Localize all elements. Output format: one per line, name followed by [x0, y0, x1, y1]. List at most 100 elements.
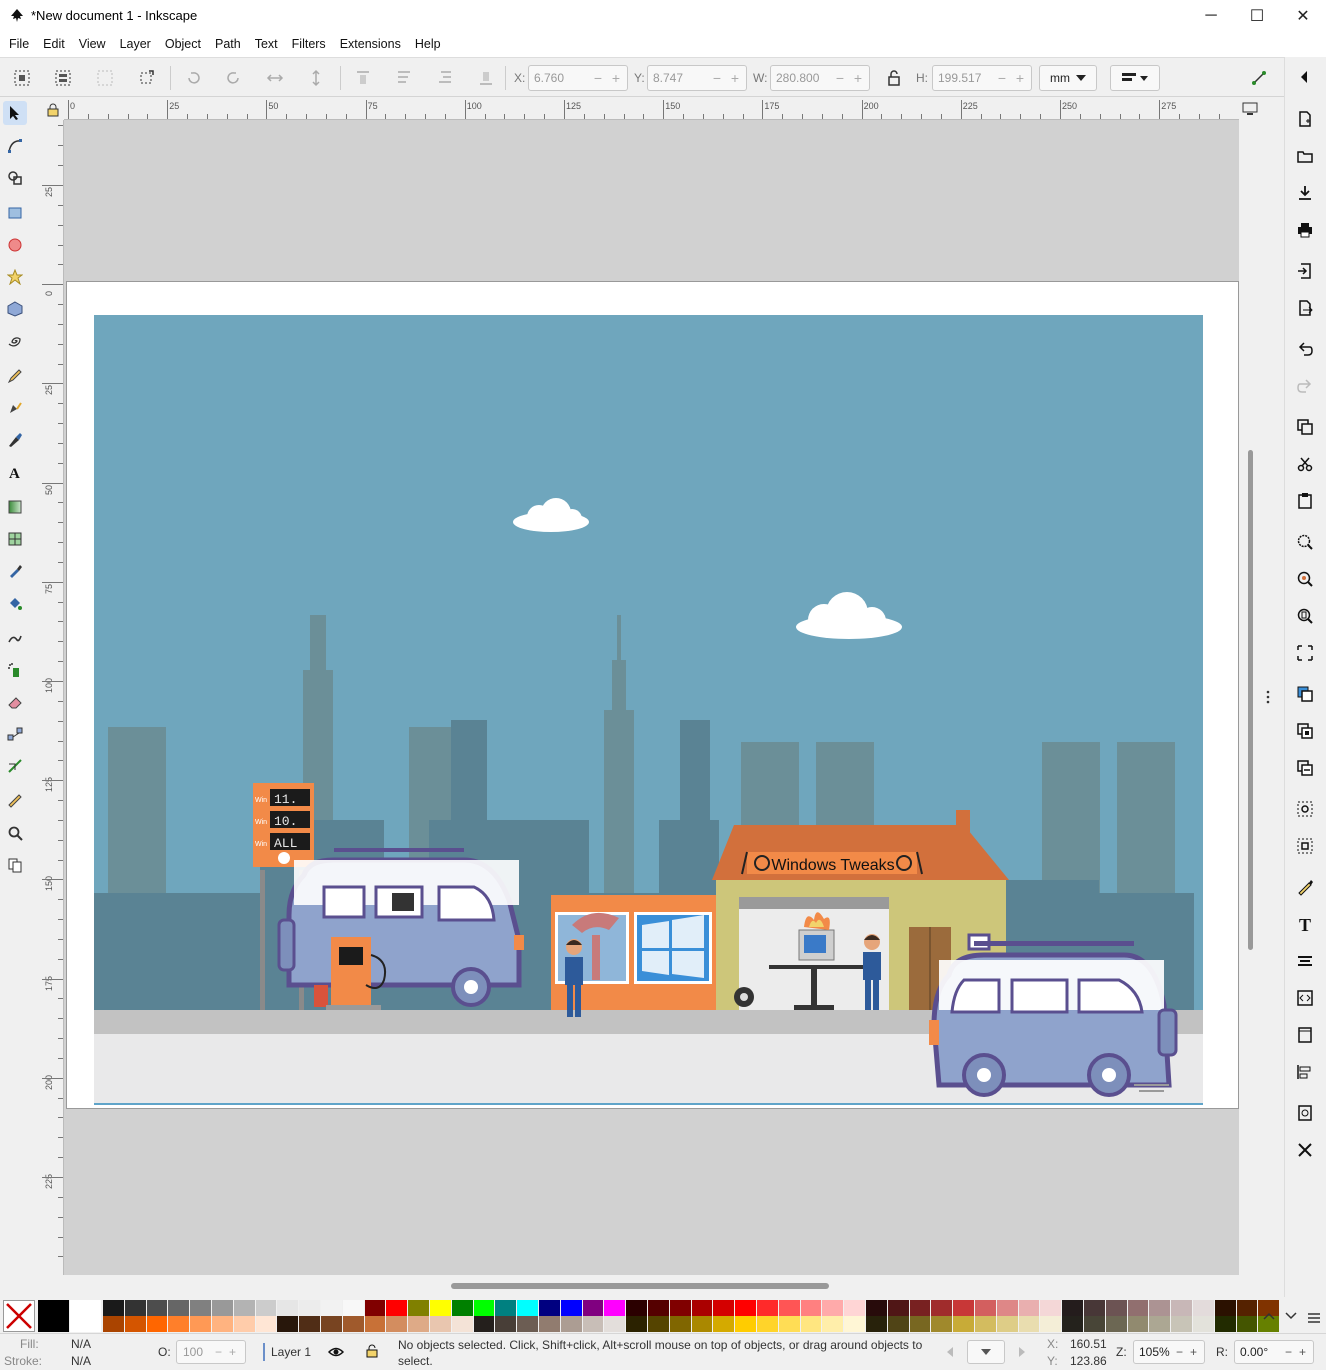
color-swatch[interactable] [386, 1316, 408, 1332]
3d-box-tool-icon[interactable] [3, 297, 27, 321]
color-swatch[interactable] [800, 1316, 822, 1332]
display-mode-icon[interactable] [1242, 102, 1258, 116]
menu-filters[interactable]: Filters [285, 37, 333, 51]
new-document-icon[interactable] [1293, 107, 1317, 131]
color-swatch[interactable] [212, 1300, 233, 1316]
color-swatch[interactable] [321, 1316, 342, 1332]
lock-proportions-icon[interactable] [882, 66, 906, 90]
color-swatch[interactable] [1149, 1316, 1171, 1332]
color-swatch[interactable] [626, 1316, 647, 1332]
transform-handles-icon[interactable] [134, 66, 158, 90]
paste-icon[interactable] [1293, 489, 1317, 513]
vertical-scrollbar[interactable] [1239, 100, 1270, 1275]
menu-help[interactable]: Help [408, 37, 448, 51]
color-swatch[interactable] [408, 1300, 429, 1316]
color-swatch[interactable] [124, 1300, 146, 1316]
artwork[interactable]: Win Win Win 11. 10. ALL Windows Tweaks [94, 315, 1203, 1105]
color-swatch[interactable] [822, 1300, 844, 1316]
h-increment[interactable]: + [1011, 70, 1029, 86]
color-swatch[interactable] [103, 1300, 124, 1316]
color-swatch[interactable] [212, 1316, 233, 1332]
color-swatch[interactable] [648, 1300, 669, 1316]
color-swatch[interactable] [887, 1316, 909, 1332]
deselect-icon[interactable] [93, 66, 117, 90]
h-value[interactable]: 199.517 [933, 71, 993, 85]
color-swatch[interactable] [1149, 1300, 1171, 1316]
color-swatch[interactable] [560, 1300, 582, 1316]
menu-object[interactable]: Object [158, 37, 208, 51]
import-icon[interactable] [1293, 259, 1317, 283]
measure-tool-icon[interactable] [3, 789, 27, 813]
menu-file[interactable]: File [2, 37, 36, 51]
group-icon[interactable] [1293, 797, 1317, 821]
clone-icon[interactable] [1293, 719, 1317, 743]
lock-guides-icon[interactable] [46, 103, 60, 117]
color-swatch[interactable] [190, 1316, 211, 1332]
color-swatch[interactable] [669, 1300, 691, 1316]
tweak-tool-icon[interactable] [3, 626, 27, 650]
align-distribute-icon[interactable] [1293, 1060, 1317, 1084]
x-increment[interactable]: + [607, 70, 625, 86]
close-button[interactable]: ✕ [1280, 0, 1326, 31]
color-swatch[interactable] [38, 1300, 69, 1332]
color-swatch[interactable] [103, 1316, 124, 1332]
zoom-spinbox[interactable]: 105% − + [1133, 1340, 1205, 1364]
color-swatch[interactable] [844, 1316, 865, 1332]
color-swatch[interactable] [321, 1300, 342, 1316]
raise-to-top-icon[interactable] [351, 66, 375, 90]
shape-builder-icon[interactable] [3, 166, 27, 190]
color-swatch[interactable] [975, 1300, 996, 1316]
color-swatch[interactable] [277, 1300, 299, 1316]
rotate-ccw-icon[interactable] [181, 66, 205, 90]
document-properties-icon[interactable] [1293, 1023, 1317, 1047]
eraser-tool-icon[interactable] [3, 690, 27, 714]
color-swatch[interactable] [735, 1300, 756, 1316]
color-swatch[interactable] [866, 1316, 887, 1332]
color-swatch[interactable] [669, 1316, 691, 1332]
color-swatch[interactable] [691, 1300, 713, 1316]
color-swatch[interactable] [1193, 1300, 1214, 1316]
flip-horizontal-icon[interactable] [263, 66, 287, 90]
color-swatch[interactable] [1018, 1300, 1040, 1316]
rotate-decrement[interactable]: − [1285, 1345, 1299, 1359]
lower-to-bottom-icon[interactable] [474, 66, 498, 90]
pen-tool-icon[interactable] [3, 396, 27, 420]
select-all-icon[interactable] [10, 66, 34, 90]
ungroup-icon[interactable] [1293, 834, 1317, 858]
palette-menu-icon[interactable] [1307, 1312, 1321, 1324]
vertical-ruler[interactable]: 25 0 25 50 75 100 125 150 175 200 225 [42, 120, 64, 1275]
color-swatch[interactable] [582, 1316, 604, 1332]
color-swatch[interactable] [1062, 1300, 1083, 1316]
color-swatch[interactable] [1084, 1300, 1105, 1316]
gradient-tool-icon[interactable] [3, 495, 27, 519]
color-swatch[interactable] [604, 1316, 626, 1332]
print-icon[interactable] [1293, 218, 1317, 242]
color-swatch[interactable] [735, 1316, 756, 1332]
y-increment[interactable]: + [726, 70, 744, 86]
color-swatch[interactable] [1084, 1316, 1105, 1332]
y-decrement[interactable]: − [708, 70, 726, 86]
zoom-in[interactable]: + [1190, 1345, 1204, 1359]
color-swatch[interactable] [757, 1316, 778, 1332]
preferences-tools-icon[interactable] [1293, 1138, 1317, 1162]
pages-tool-icon[interactable] [3, 853, 27, 877]
unit-dropdown[interactable]: mm [1039, 65, 1097, 91]
color-swatch[interactable] [146, 1300, 168, 1316]
zoom-page-icon[interactable] [1293, 604, 1317, 628]
copy-icon[interactable] [1293, 415, 1317, 439]
rotate-spinbox[interactable]: 0.00° − + [1234, 1340, 1314, 1364]
color-swatch[interactable] [1127, 1316, 1149, 1332]
collapse-arrow-icon[interactable] [1293, 65, 1317, 89]
text-font-icon[interactable]: T [1293, 912, 1317, 936]
opacity-decrement[interactable]: − [215, 1345, 229, 1359]
zoom-tool-icon[interactable] [3, 821, 27, 845]
color-swatch[interactable] [1105, 1300, 1127, 1316]
current-layer[interactable]: Layer 1 [271, 1345, 311, 1359]
snap-toggle-icon[interactable] [1247, 66, 1271, 90]
zoom-value[interactable]: 105% [1134, 1345, 1176, 1359]
color-swatch[interactable] [430, 1300, 451, 1316]
color-swatch[interactable] [255, 1316, 277, 1332]
calligraphy-tool-icon[interactable] [3, 428, 27, 452]
opacity-spinbox[interactable]: 100 − + [176, 1340, 246, 1364]
color-swatch[interactable] [800, 1300, 822, 1316]
